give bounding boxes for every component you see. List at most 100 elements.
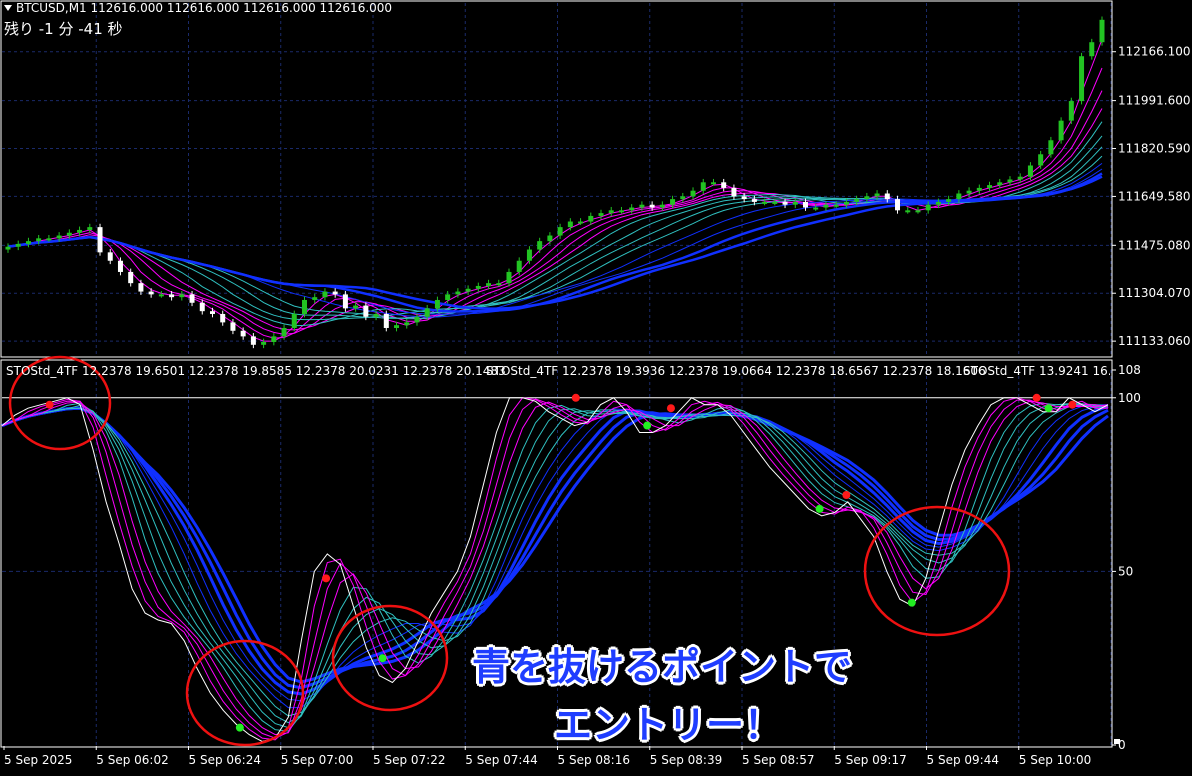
candle-body	[843, 201, 849, 205]
candle-body	[956, 193, 962, 200]
candle-body	[854, 199, 860, 202]
candle-body	[199, 302, 205, 312]
candle-body	[15, 243, 21, 247]
candle-body	[250, 336, 256, 345]
candle-body	[966, 190, 972, 194]
candle-body	[670, 199, 676, 205]
candle-body	[1089, 42, 1095, 57]
price-tick-label: 111304.070	[1118, 286, 1191, 300]
candle-body	[935, 201, 941, 205]
candle-body	[1058, 120, 1064, 141]
candle-body	[455, 291, 461, 295]
time-tick-label: 5 Sep 06:24	[189, 753, 261, 767]
candle-body	[1017, 176, 1023, 180]
indicator-header-3: STOStd_4TF 13.9241 16.0	[963, 364, 1110, 378]
candle-body	[526, 249, 532, 261]
candle-body	[792, 201, 798, 205]
indicator-header-2: STOStd_4TF 12.2378 19.3936 12.2378 19.06…	[486, 364, 986, 378]
candle-body	[169, 294, 175, 298]
time-tick-label: 5 Sep 10:00	[1019, 753, 1091, 767]
candle-body	[700, 182, 706, 191]
candle-body	[404, 322, 410, 326]
candle-body	[5, 246, 11, 250]
candle-body	[373, 313, 379, 317]
candle-body	[1079, 56, 1085, 102]
candle-body	[1099, 19, 1105, 43]
candle-body	[567, 221, 573, 228]
annotation-circle	[185, 639, 305, 747]
candle-body	[1007, 179, 1013, 183]
candle-body	[925, 204, 931, 211]
candle-body	[179, 294, 185, 298]
candle-body	[741, 196, 747, 200]
candle-body	[434, 299, 440, 309]
sell-signal-dot	[666, 404, 675, 413]
candle-body	[363, 305, 369, 317]
candle-body	[189, 294, 195, 303]
candle-body	[884, 193, 890, 200]
candle-body	[680, 196, 686, 200]
candle-body	[895, 199, 901, 211]
time-tick-label: 5 Sep 07:00	[281, 753, 353, 767]
sell-signal-dot	[571, 393, 580, 402]
candle-body	[353, 305, 359, 309]
candle-body	[445, 294, 451, 300]
candle-body	[148, 291, 154, 295]
candle-body	[230, 322, 236, 331]
candle-body	[802, 201, 808, 208]
candle-body	[394, 325, 400, 328]
time-tick-label: 5 Sep 08:16	[558, 753, 630, 767]
countdown-label: 残り -1 分 -41 秒	[4, 20, 123, 38]
candle-body	[383, 313, 389, 328]
candle-body	[291, 313, 297, 328]
candle-body	[649, 204, 655, 208]
candle-body	[976, 187, 982, 191]
candle-body	[36, 238, 42, 242]
indicator-header-1: STOStd_4TF 12.2378 19.6501 12.2378 19.85…	[6, 364, 506, 378]
candle-body	[240, 330, 246, 337]
candle-body	[629, 207, 635, 211]
sell-signal-dot	[842, 491, 851, 499]
candle-body	[475, 285, 481, 289]
candle-body	[25, 241, 31, 244]
scale-lock-icon	[1114, 739, 1120, 744]
candle-body	[322, 291, 328, 298]
buy-signal-dot	[235, 723, 244, 732]
time-tick-label: 5 Sep 08:57	[742, 753, 814, 767]
price-tick-label: 111133.060	[1118, 334, 1191, 348]
symbol-dropdown-icon[interactable]	[4, 5, 12, 11]
time-tick-label: 5 Sep 09:17	[834, 753, 906, 767]
callout-line-1: 青を抜けるポイントで	[472, 645, 853, 689]
candle-body	[496, 283, 502, 286]
candle-body	[833, 204, 839, 207]
candle-body	[823, 204, 829, 208]
time-tick-label: 5 Sep 08:39	[650, 753, 722, 767]
candle-body	[302, 299, 308, 314]
symbol-header: BTCUSD,M1 112616.000 112616.000 112616.0…	[16, 1, 393, 15]
stoch-tick-label: 108	[1118, 363, 1141, 377]
candle-body	[1068, 101, 1074, 121]
candle-body	[271, 336, 277, 342]
price-ma-line	[7, 90, 1103, 335]
candle-body	[66, 232, 72, 236]
candle-body	[77, 229, 83, 233]
time-tick-label: 5 Sep 07:22	[373, 753, 445, 767]
price-tick-label: 111991.600	[1118, 94, 1191, 108]
buy-signal-dot	[907, 598, 916, 607]
candle-body	[312, 297, 318, 300]
candle-body	[342, 294, 348, 309]
price-tick-label: 111475.080	[1118, 238, 1191, 252]
candle-body	[997, 182, 1003, 186]
candle-body	[762, 201, 768, 204]
candle-body	[332, 291, 338, 295]
candle-body	[731, 187, 737, 197]
candle-body	[987, 185, 993, 188]
candle-body	[1038, 154, 1044, 166]
price-tick-label: 111820.590	[1118, 142, 1191, 156]
candle-body	[220, 313, 226, 323]
candle-body	[782, 201, 788, 205]
candle-body	[46, 238, 52, 241]
candle-body	[1027, 165, 1033, 177]
time-tick-label: 5 Sep 2025	[4, 753, 72, 767]
candle-body	[905, 210, 911, 213]
